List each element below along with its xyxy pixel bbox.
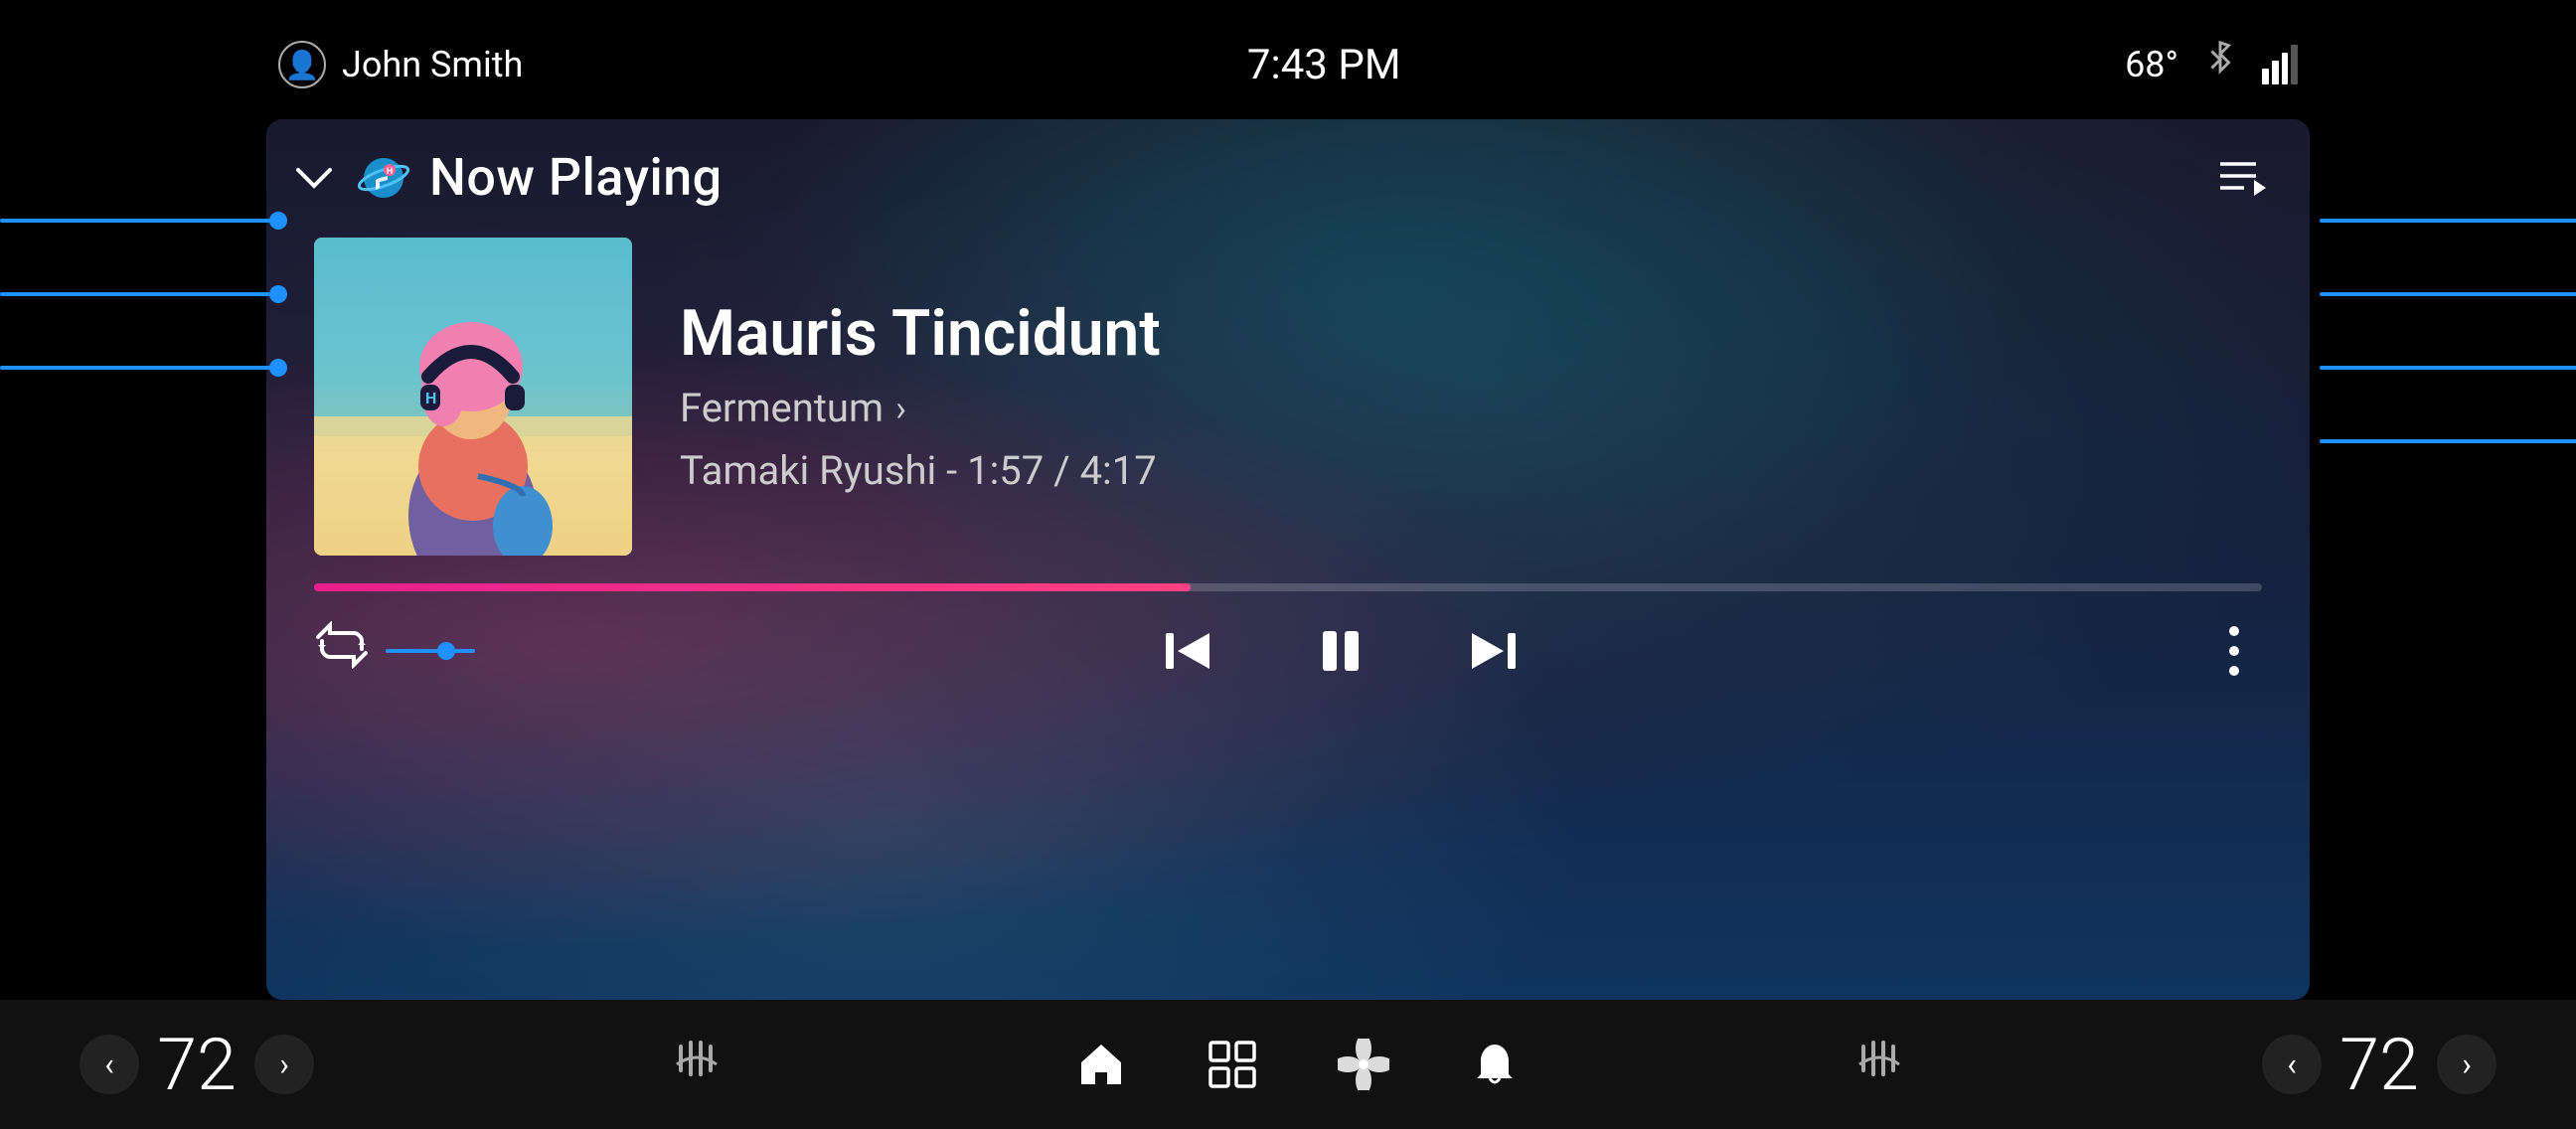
grid-button[interactable] — [1207, 1039, 1258, 1090]
bottom-nav — [1075, 1039, 1521, 1090]
left-temp-decrease[interactable]: ‹ — [80, 1035, 139, 1094]
left-slider-3[interactable] — [0, 366, 278, 370]
album-art: H — [314, 238, 632, 556]
svg-text:H: H — [387, 167, 393, 177]
svg-text:H: H — [425, 389, 436, 407]
status-left: 👤 John Smith — [278, 41, 523, 88]
header-left: H Now Playing — [290, 147, 723, 208]
right-sliders — [2310, 219, 2576, 443]
right-temp-increase[interactable]: › — [2437, 1035, 2496, 1094]
track-album-row[interactable]: Fermentum › — [680, 385, 2262, 431]
right-temp-control: ‹ 72 › — [2262, 1023, 2496, 1107]
left-temp-control: ‹ 72 › — [80, 1023, 314, 1107]
signal-icon — [2262, 45, 2298, 84]
repeat-button[interactable] — [314, 621, 370, 682]
bottom-bar: ‹ 72 › — [0, 1000, 2576, 1129]
queue-button[interactable] — [2218, 152, 2270, 204]
right-temp-value: 72 — [2330, 1023, 2429, 1107]
status-bar: 👤 John Smith 7:43 PM 68° — [0, 0, 2576, 129]
controls-section — [266, 591, 2310, 707]
status-time: 7:43 PM — [1247, 41, 1401, 89]
bell-button[interactable] — [1469, 1039, 1521, 1090]
collapse-button[interactable] — [290, 154, 338, 202]
home-button[interactable] — [1075, 1039, 1127, 1090]
left-slider-2[interactable] — [0, 292, 278, 296]
player-card: H Now Playing — [266, 119, 2310, 1000]
right-slider-2[interactable] — [2320, 292, 2576, 296]
track-details: Mauris Tincidunt Fermentum › Tamaki Ryus… — [680, 299, 2262, 494]
track-album: Fermentum — [680, 385, 884, 431]
left-temp-value: 72 — [147, 1023, 246, 1107]
previous-button[interactable] — [1154, 615, 1225, 687]
status-right: 68° — [2125, 40, 2298, 89]
main-controls — [475, 615, 2206, 687]
right-vent-icon — [1853, 1033, 1905, 1096]
player-header: H Now Playing — [266, 119, 2310, 228]
left-temp-increase[interactable]: › — [254, 1035, 314, 1094]
user-avatar-icon: 👤 — [278, 41, 326, 88]
progress-track[interactable] — [314, 583, 2262, 591]
next-button[interactable] — [1456, 615, 1528, 687]
music-app-icon: H — [358, 152, 409, 204]
right-slider-1[interactable] — [2320, 219, 2576, 223]
bluetooth-icon — [2202, 40, 2238, 89]
left-slider-1[interactable] — [0, 219, 278, 223]
user-name: John Smith — [342, 44, 523, 85]
now-playing-title: Now Playing — [429, 147, 723, 208]
right-temp-decrease[interactable]: ‹ — [2262, 1035, 2322, 1094]
right-slider-4[interactable] — [2320, 439, 2576, 443]
temperature-display: 68° — [2125, 44, 2178, 85]
pause-button[interactable] — [1305, 615, 1376, 687]
left-sliders — [0, 219, 266, 370]
track-title: Mauris Tincidunt — [680, 299, 2262, 369]
fan-button[interactable] — [1338, 1039, 1389, 1090]
repeat-slider[interactable] — [386, 649, 475, 653]
track-artist-time: Tamaki Ryushi - 1:57 / 4:17 — [680, 447, 2262, 494]
left-vent-icon — [671, 1033, 723, 1096]
track-info-section: H Mauris Tincidunt Fermentum › Tamaki Ry… — [266, 228, 2310, 556]
right-slider-3[interactable] — [2320, 366, 2576, 370]
repeat-section — [314, 621, 475, 682]
track-album-arrow: › — [895, 388, 906, 429]
more-button[interactable] — [2206, 623, 2262, 679]
progress-section[interactable] — [266, 556, 2310, 591]
progress-fill — [314, 583, 1191, 591]
